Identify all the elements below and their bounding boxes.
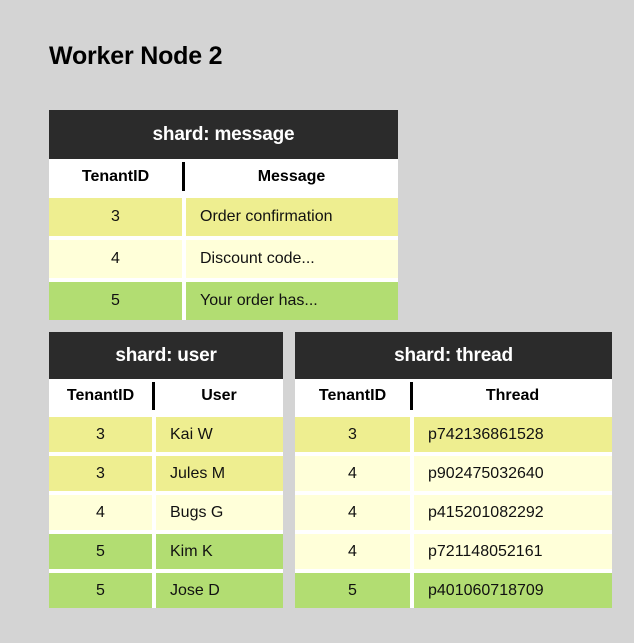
cell-tenant-id: 3: [49, 417, 152, 452]
cell-tenant-id: 5: [49, 534, 152, 569]
cell-thread: p415201082292: [414, 495, 612, 530]
table-row[interactable]: 5 p401060718709: [295, 573, 612, 608]
column-header-message: Message: [185, 159, 398, 194]
table-row[interactable]: 4 p902475032640: [295, 456, 612, 491]
column-header-thread: Thread: [413, 379, 612, 413]
column-header-tenantid: TenantID: [295, 379, 410, 413]
cell-message: Discount code...: [186, 240, 398, 278]
cell-tenant-id: 4: [295, 456, 410, 491]
table-row[interactable]: 3 Jules M: [49, 456, 283, 491]
cell-tenant-id: 4: [49, 240, 182, 278]
cell-user: Kai W: [156, 417, 283, 452]
table-row[interactable]: 4 Discount code...: [49, 240, 398, 278]
cell-tenant-id: 3: [49, 456, 152, 491]
table-row[interactable]: 5 Your order has...: [49, 282, 398, 320]
shard-table-thread: shard: thread TenantID Thread 3 p7421368…: [295, 332, 612, 608]
table-row[interactable]: 5 Jose D: [49, 573, 283, 608]
table-row[interactable]: 4 p721148052161: [295, 534, 612, 569]
shard-table-user: shard: user TenantID User 3 Kai W 3 Jule…: [49, 332, 283, 608]
page-title: Worker Node 2: [49, 42, 223, 70]
cell-user: Jules M: [156, 456, 283, 491]
cell-thread: p742136861528: [414, 417, 612, 452]
cell-thread: p401060718709: [414, 573, 612, 608]
column-header-row-user: TenantID User: [49, 379, 283, 413]
column-header-tenantid: TenantID: [49, 379, 152, 413]
column-header-row-thread: TenantID Thread: [295, 379, 612, 413]
cell-tenant-id: 4: [295, 534, 410, 569]
cell-message: Your order has...: [186, 282, 398, 320]
cell-tenant-id: 3: [295, 417, 410, 452]
cell-tenant-id: 4: [49, 495, 152, 530]
table-row[interactable]: 3 p742136861528: [295, 417, 612, 452]
cell-thread: p721148052161: [414, 534, 612, 569]
shard-header-message: shard: message: [49, 110, 398, 159]
shard-table-message: shard: message TenantID Message 3 Order …: [49, 110, 398, 320]
column-header-user: User: [155, 379, 283, 413]
cell-user: Bugs G: [156, 495, 283, 530]
cell-message: Order confirmation: [186, 198, 398, 236]
column-header-row-message: TenantID Message: [49, 159, 398, 194]
cell-user: Jose D: [156, 573, 283, 608]
cell-tenant-id: 5: [49, 282, 182, 320]
table-row[interactable]: 5 Kim K: [49, 534, 283, 569]
cell-user: Kim K: [156, 534, 283, 569]
table-row[interactable]: 3 Order confirmation: [49, 198, 398, 236]
cell-tenant-id: 3: [49, 198, 182, 236]
shard-header-user: shard: user: [49, 332, 283, 379]
cell-tenant-id: 5: [49, 573, 152, 608]
table-row[interactable]: 4 p415201082292: [295, 495, 612, 530]
table-row[interactable]: 4 Bugs G: [49, 495, 283, 530]
shard-header-thread: shard: thread: [295, 332, 612, 379]
cell-tenant-id: 4: [295, 495, 410, 530]
table-row[interactable]: 3 Kai W: [49, 417, 283, 452]
cell-tenant-id: 5: [295, 573, 410, 608]
column-header-tenantid: TenantID: [49, 159, 182, 194]
cell-thread: p902475032640: [414, 456, 612, 491]
